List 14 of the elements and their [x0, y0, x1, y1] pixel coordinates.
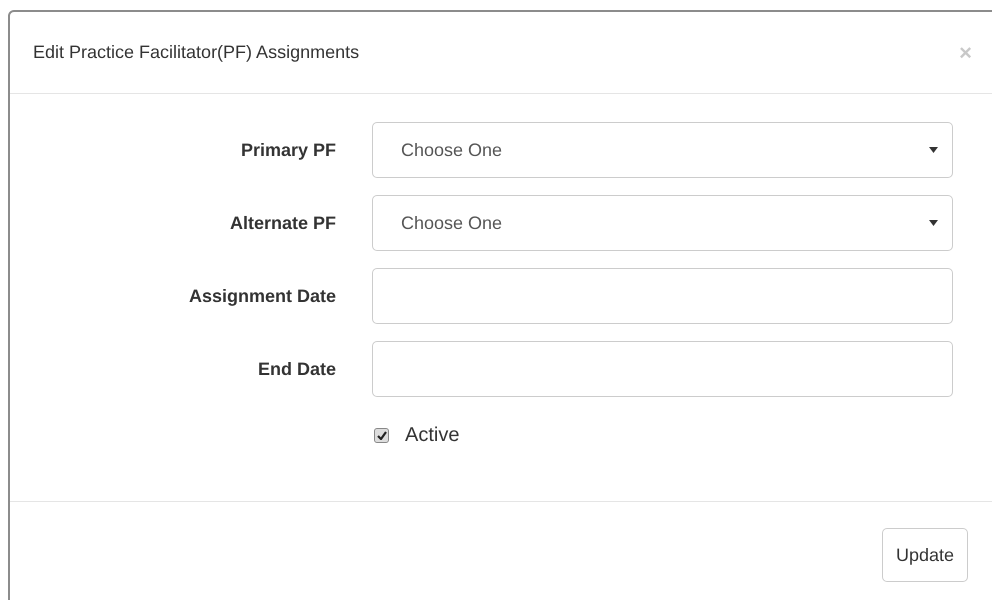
select-field[interactable]: Choose One: [372, 122, 953, 178]
field-label: Alternate PF: [228, 212, 336, 234]
update-button[interactable]: Update: [882, 528, 968, 582]
select-field[interactable]: Choose One: [372, 195, 953, 251]
input-field[interactable]: [372, 341, 953, 397]
caret-icon: [929, 220, 938, 226]
checkbox-label: Active: [405, 424, 460, 447]
field-label: Primary PF: [240, 140, 336, 160]
modal-title: Edit Practice Facilitator(PF) Assignments: [33, 42, 360, 63]
checkbox[interactable]: [374, 428, 389, 443]
field-label: Assignment Date: [188, 286, 336, 306]
input-field[interactable]: [372, 268, 953, 324]
caret-icon: [929, 147, 938, 153]
field-label: End Date: [256, 358, 336, 380]
